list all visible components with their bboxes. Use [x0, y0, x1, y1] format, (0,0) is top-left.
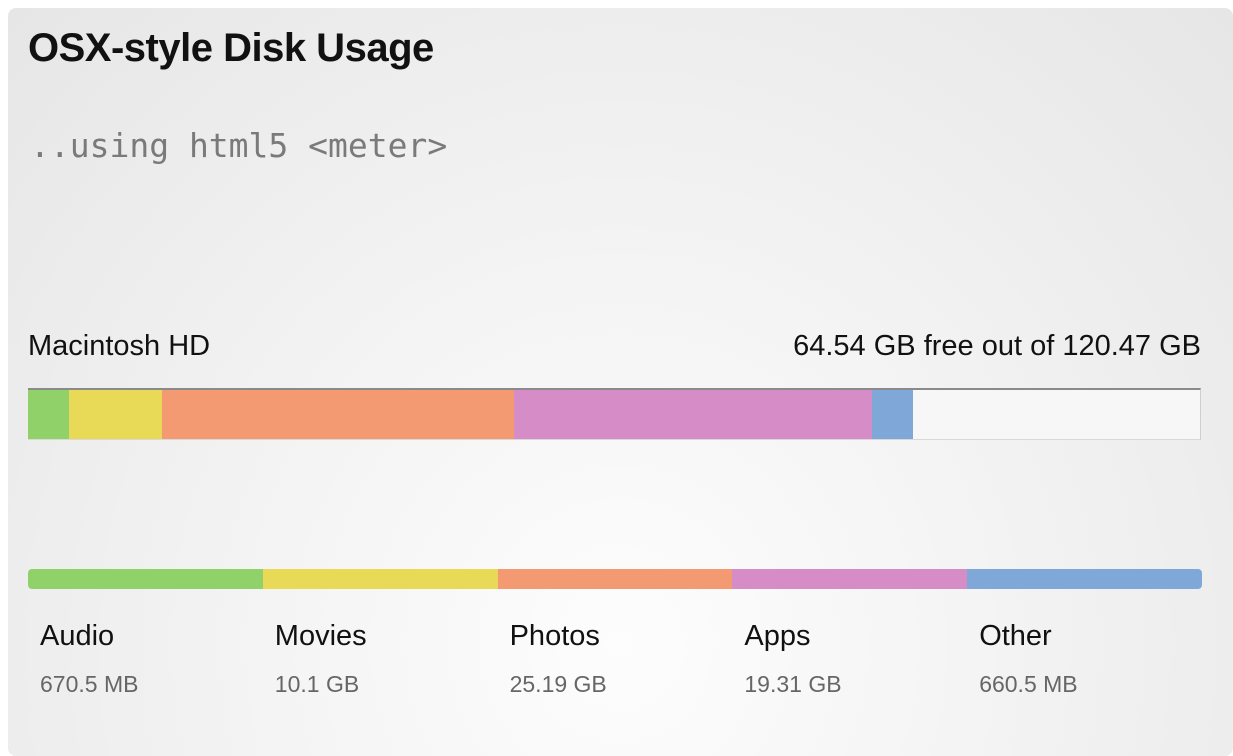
legend-item-movies: Movies 10.1 GB: [262, 569, 498, 699]
page-title: OSX-style Disk Usage: [28, 26, 434, 70]
legend-value: 25.19 GB: [509, 671, 607, 697]
usage-legend: Audio 670.5 MB Movies 10.1 GB Photos 25.…: [28, 569, 1202, 699]
legend-color-bar-apps: [732, 569, 968, 589]
disk-usage-card: OSX-style Disk Usage ..using html5 <mete…: [8, 8, 1233, 756]
usage-segment-audio: [28, 390, 70, 439]
disk-usage-meter: [28, 388, 1201, 440]
legend-value: 660.5 MB: [979, 671, 1078, 697]
legend-color-bar-audio: [28, 569, 263, 589]
legend-label: Movies: [274, 620, 367, 652]
usage-segment-photos: [161, 390, 515, 439]
legend-value: 670.5 MB: [40, 671, 139, 697]
usage-segment-apps: [514, 390, 872, 439]
legend-color-bar-other: [967, 569, 1202, 589]
legend-item-other: Other 660.5 MB: [967, 569, 1202, 699]
legend-color-bar-movies: [262, 569, 498, 589]
usage-segment-other: [871, 390, 913, 439]
legend-value: 10.1 GB: [274, 671, 360, 697]
page-subtitle: ..using html5 <meter>: [30, 126, 448, 165]
disk-free-space: 64.54 GB free out of 120.47 GB: [793, 330, 1201, 362]
legend-item-apps: Apps 19.31 GB: [732, 569, 968, 699]
legend-label: Other: [979, 620, 1052, 652]
legend-label: Apps: [744, 620, 811, 652]
disk-name: Macintosh HD: [28, 330, 211, 362]
usage-segment-movies: [69, 390, 162, 439]
usage-segment-free: [912, 390, 1200, 439]
legend-label: Photos: [509, 620, 600, 652]
legend-item-photos: Photos 25.19 GB: [497, 569, 733, 699]
legend-label: Audio: [40, 620, 115, 652]
legend-item-audio: Audio 670.5 MB: [28, 569, 263, 699]
legend-value: 19.31 GB: [744, 671, 842, 697]
legend-color-bar-photos: [497, 569, 733, 589]
